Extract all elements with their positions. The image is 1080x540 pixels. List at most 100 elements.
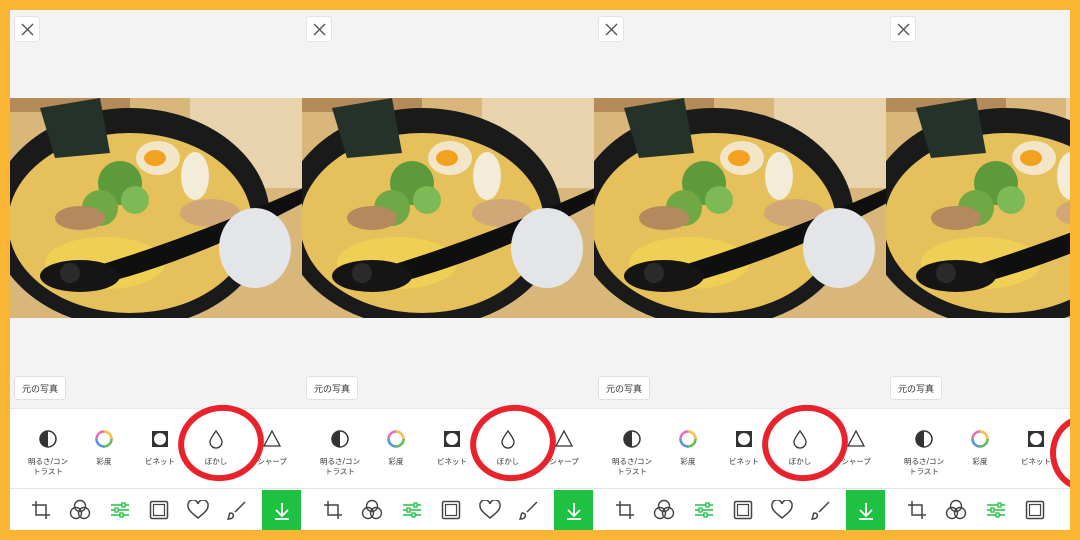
- tool-label: 彩度: [972, 457, 988, 466]
- editor-screen-1: 元の写真 明るさ/コン トラスト 彩度 ビネット ぼかし シャープ: [10, 10, 303, 530]
- download-icon: [566, 502, 581, 520]
- download-button[interactable]: [554, 490, 593, 530]
- sharpen-icon: [262, 429, 282, 447]
- saturation-icon: [679, 430, 697, 448]
- frame-icon: [441, 500, 461, 520]
- tool-saturation[interactable]: 彩度: [364, 427, 428, 467]
- adjust-button[interactable]: [985, 499, 1007, 521]
- download-button[interactable]: [262, 490, 301, 530]
- brightness-contrast-icon: [915, 430, 933, 448]
- ramen-photo: [594, 98, 887, 318]
- sharpen-icon: [846, 429, 866, 447]
- adjust-button[interactable]: [401, 499, 423, 521]
- original-photo-button[interactable]: 元の写真: [890, 376, 943, 400]
- adjust-button[interactable]: [109, 499, 131, 521]
- vignette-icon: [1028, 431, 1044, 447]
- adjust-icon: [111, 502, 129, 518]
- original-photo-button[interactable]: 元の写真: [598, 376, 651, 400]
- tool-label: 彩度: [388, 457, 404, 466]
- close-button[interactable]: [14, 16, 40, 42]
- tool-saturation[interactable]: 彩度: [948, 427, 1012, 467]
- saturation-icon: [387, 430, 405, 448]
- adjust-icon: [403, 502, 421, 518]
- crop-icon: [908, 501, 926, 519]
- close-button[interactable]: [598, 16, 624, 42]
- saturation-icon: [95, 430, 113, 448]
- brush-icon: [811, 501, 830, 520]
- tool-label: 明るさ/コン トラスト: [27, 457, 69, 476]
- sticker-heart-icon: [479, 500, 501, 519]
- crop-button[interactable]: [906, 499, 928, 521]
- tool-label: 彩度: [680, 457, 696, 466]
- tool-label: 明るさ/コン トラスト: [611, 457, 653, 476]
- crop-icon: [616, 501, 634, 519]
- brush-button[interactable]: [226, 499, 248, 521]
- bottom-toolbar: [886, 488, 1070, 530]
- tool-brightness-contrast[interactable]: 明るさ/コン トラスト: [892, 427, 956, 477]
- brush-icon: [227, 501, 246, 520]
- filter-icon: [361, 499, 383, 520]
- brush-icon: [519, 501, 538, 520]
- sticker-heart-icon: [187, 500, 209, 519]
- filter-button[interactable]: [945, 499, 967, 521]
- tool-label: 明るさ/コン トラスト: [319, 457, 361, 476]
- ramen-photo: [302, 98, 595, 318]
- adjust-button[interactable]: [693, 499, 715, 521]
- crop-button[interactable]: [614, 499, 636, 521]
- sticker-button[interactable]: [771, 499, 793, 521]
- tool-saturation[interactable]: 彩度: [656, 427, 720, 467]
- screenshot-strip: 元の写真 明るさ/コン トラスト 彩度 ビネット ぼかし シャープ 元の写真 明…: [10, 10, 1070, 530]
- tool-brightness-contrast[interactable]: 明るさ/コン トラスト: [16, 427, 80, 477]
- download-icon: [858, 502, 873, 520]
- saturation-icon: [971, 430, 989, 448]
- frame-button[interactable]: [1024, 499, 1046, 521]
- vignette-icon: [736, 431, 752, 447]
- sticker-button[interactable]: [479, 499, 501, 521]
- brightness-contrast-icon: [331, 430, 349, 448]
- original-photo-button[interactable]: 元の写真: [306, 376, 359, 400]
- frame-icon: [733, 500, 753, 520]
- brush-button[interactable]: [518, 499, 540, 521]
- tool-label: 明るさ/コン トラスト: [903, 457, 945, 476]
- sticker-button[interactable]: [187, 499, 209, 521]
- adjust-icon: [987, 502, 1005, 518]
- close-button[interactable]: [890, 16, 916, 42]
- filter-button[interactable]: [653, 499, 675, 521]
- filter-button[interactable]: [361, 499, 383, 521]
- crop-icon: [324, 501, 342, 519]
- download-icon: [274, 502, 289, 520]
- filter-icon: [945, 499, 967, 520]
- frame-icon: [149, 500, 169, 520]
- frame-button[interactable]: [440, 499, 462, 521]
- vignette-icon: [152, 431, 168, 447]
- bottom-toolbar: [302, 488, 595, 530]
- download-button[interactable]: [846, 490, 885, 530]
- close-icon: [313, 23, 325, 35]
- sticker-heart-icon: [771, 500, 793, 519]
- frame-button[interactable]: [148, 499, 170, 521]
- close-icon: [21, 23, 33, 35]
- frame-button[interactable]: [732, 499, 754, 521]
- crop-button[interactable]: [30, 499, 52, 521]
- filter-button[interactable]: [69, 499, 91, 521]
- adjust-icon: [695, 502, 713, 518]
- close-icon: [897, 23, 909, 35]
- brightness-contrast-icon: [39, 430, 57, 448]
- bottom-toolbar: [594, 488, 887, 530]
- close-button[interactable]: [306, 16, 332, 42]
- tool-brightness-contrast[interactable]: 明るさ/コン トラスト: [308, 427, 372, 477]
- frame-icon: [1025, 500, 1045, 520]
- editor-screen-2: 元の写真 明るさ/コン トラスト 彩度 ビネット ぼかし シャープ: [302, 10, 595, 530]
- crop-button[interactable]: [322, 499, 344, 521]
- crop-icon: [32, 501, 50, 519]
- tool-saturation[interactable]: 彩度: [72, 427, 136, 467]
- filter-icon: [69, 499, 91, 520]
- vignette-icon: [444, 431, 460, 447]
- original-photo-button[interactable]: 元の写真: [14, 376, 67, 400]
- ramen-photo: [886, 98, 1070, 318]
- brush-button[interactable]: [810, 499, 832, 521]
- bottom-toolbar: [10, 488, 303, 530]
- tool-label: 彩度: [96, 457, 112, 466]
- tool-brightness-contrast[interactable]: 明るさ/コン トラスト: [600, 427, 664, 477]
- brightness-contrast-icon: [623, 430, 641, 448]
